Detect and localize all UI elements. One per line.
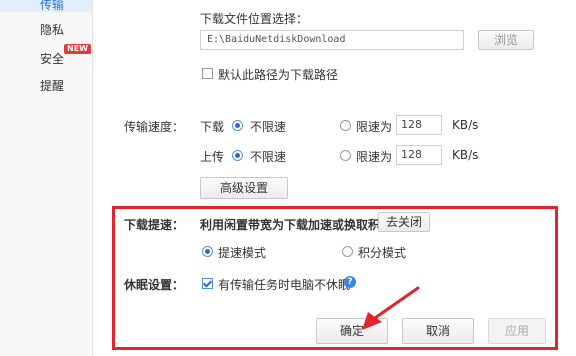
annotation-arrow-icon <box>362 286 420 330</box>
